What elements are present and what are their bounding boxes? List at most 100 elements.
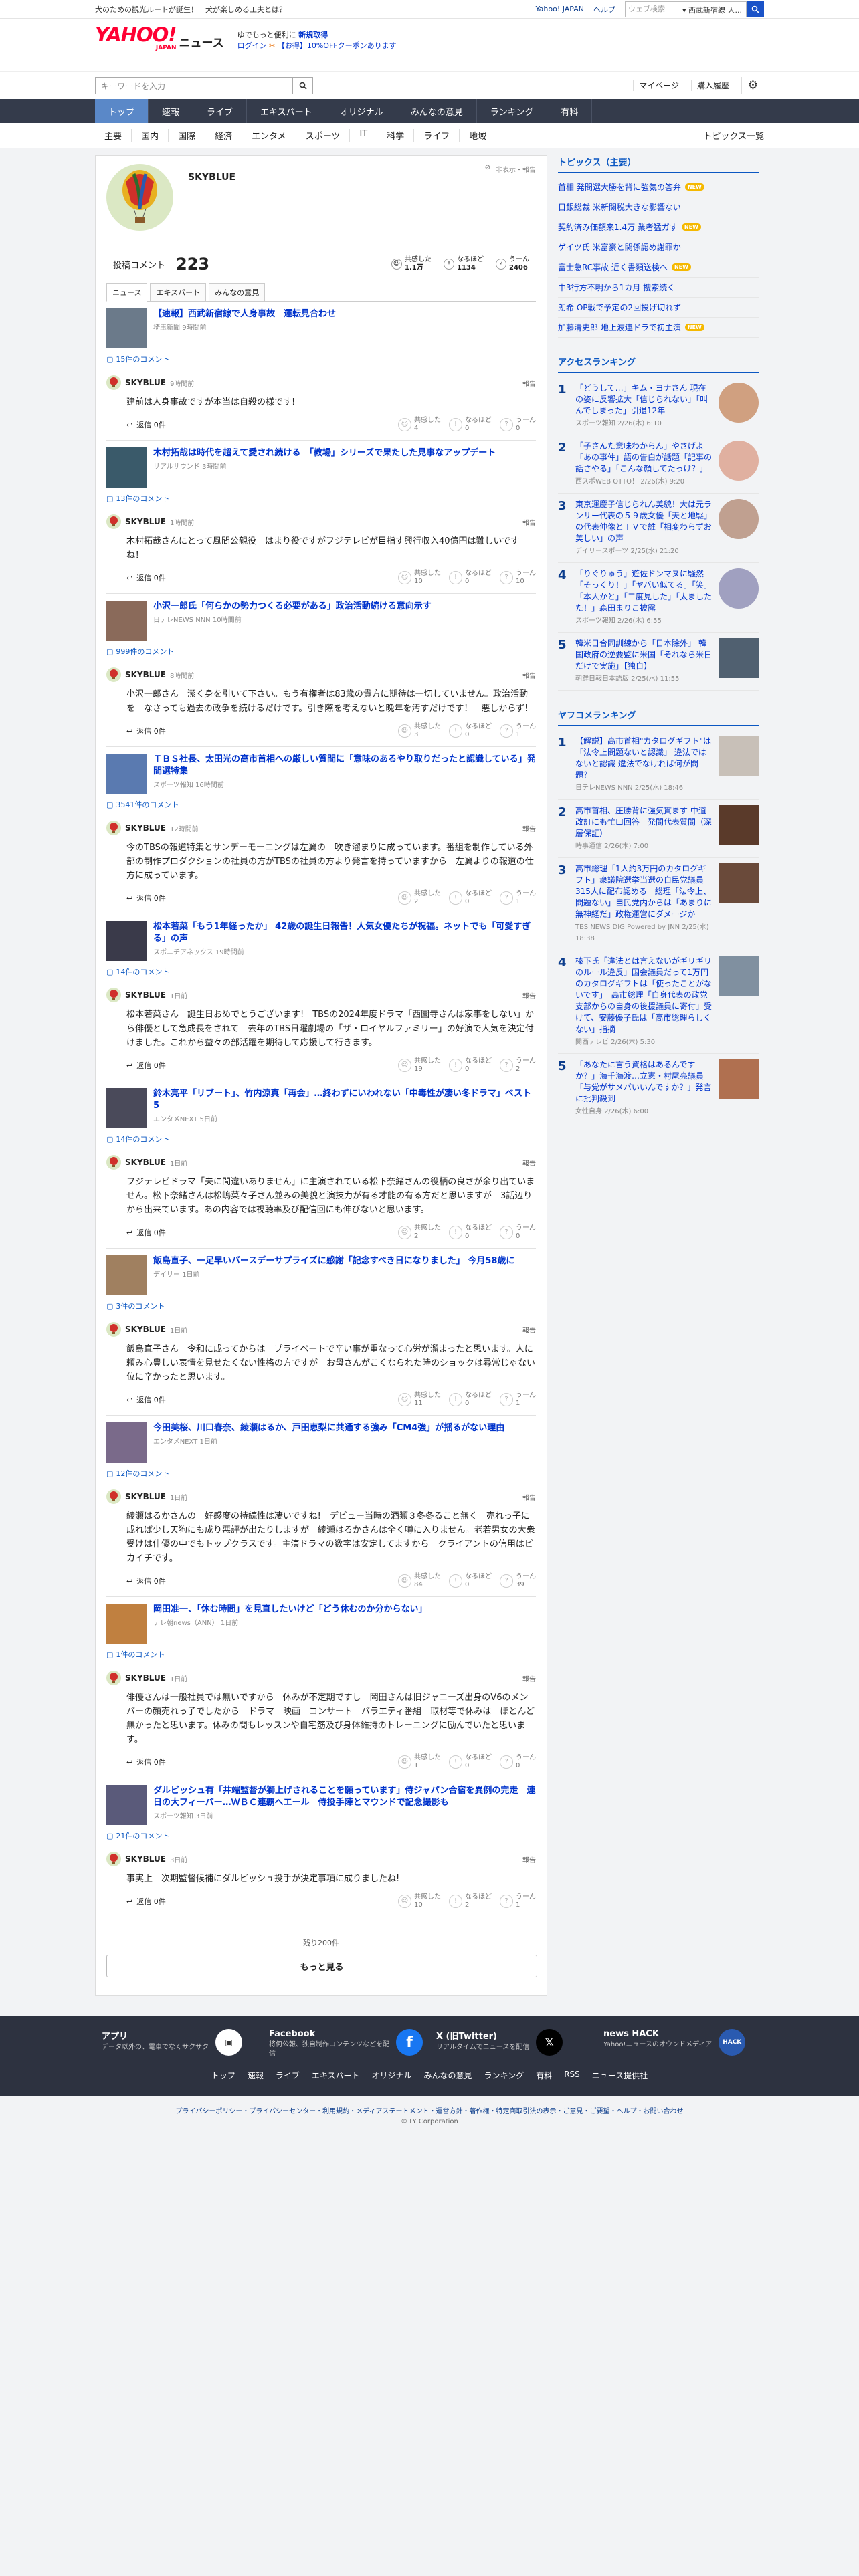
topics-list-link[interactable]: トピックス一覧 (703, 129, 764, 142)
topic-item[interactable]: 朗希 OP戦で予定の2回投げ切れず (558, 298, 759, 318)
cat-business[interactable]: 経済 (205, 129, 243, 142)
nav-ranking[interactable]: ランキング (477, 99, 548, 123)
article-link[interactable]: ＴＢＳ社長、太田光の高市首相への厳しい質問に「意味のあるやり取りだったと認識して… (106, 754, 536, 794)
footer-facebook[interactable]: Facebook 将何公報、独自制作コンテンツなどを配信 f (269, 2029, 423, 2059)
nav-paid[interactable]: 有料 (547, 99, 593, 123)
report-link[interactable]: 報告 (522, 1673, 536, 1683)
report-link[interactable]: 報告 (522, 670, 536, 680)
reply-button[interactable]: ↩ 返信 0件 (126, 1757, 166, 1767)
promo-text[interactable]: 犬のための観光ルートが誕生！ 犬が楽しめる工夫とは？ (95, 4, 286, 15)
report-link[interactable]: 報告 (522, 517, 536, 527)
article-link[interactable]: 木村拓哉は時代を超えて愛され続ける 「教場」シリーズで果たした見事なアップデート… (106, 447, 536, 488)
report-link[interactable]: 報告 (522, 1325, 536, 1335)
comment-count-link[interactable]: ▢ 3541件のコメント (106, 799, 536, 810)
footer-nav-link[interactable]: RSS (564, 2070, 580, 2081)
mypage-link[interactable]: マイページ (633, 80, 684, 91)
comment-count-link[interactable]: ▢ 21件のコメント (106, 1830, 536, 1841)
empathy-button[interactable]: ☺ 共感した 11 (398, 1392, 441, 1408)
empathy-button[interactable]: ☺ 共感した 2 (398, 1224, 441, 1241)
footer-newshack[interactable]: news HACK Yahoo!ニュースのオウンドメディア HACK (603, 2029, 757, 2059)
search-icon[interactable] (747, 1, 764, 17)
footer-app[interactable]: アプリ データ以外の、電車でなくサクサク ▣ (102, 2029, 256, 2059)
link-help[interactable]: ヘルプ (593, 4, 615, 15)
article-link[interactable]: 今田美桜、川口春奈、綾瀬はるか、戸田恵梨に共通する強み「CM4強」が揺るがない理… (106, 1422, 536, 1463)
article-title[interactable]: 鈴木亮平「リブート」、竹内涼真「再会」…終わずにいわれない「中毒性が凄い冬ドラマ… (153, 1088, 536, 1112)
footer-nav-link[interactable]: 有料 (536, 2070, 552, 2081)
reply-button[interactable]: ↩ 返信 0件 (126, 726, 166, 736)
article-title[interactable]: 木村拓哉は時代を超えて愛され続ける 「教場」シリーズで果たした見事なアップデート (153, 447, 496, 459)
article-link[interactable]: 【速報】西武新宿線で人身事故 運転見合わせ 埼玉新聞 9時間前 (106, 308, 536, 348)
comment-count-link[interactable]: ▢ 1件のコメント (106, 1649, 536, 1660)
insight-button[interactable]: ! なるほど 0 (449, 723, 492, 739)
article-title[interactable]: 小沢一郎氏「何らかの勢力つくる必要がある」政治活動続ける意向示す (153, 601, 432, 613)
reply-button[interactable]: ↩ 返信 0件 (126, 1896, 166, 1907)
keyword-input[interactable]: キーワードを入力 (95, 76, 293, 94)
comment-count-link[interactable]: ▢ 999件のコメント (106, 646, 536, 657)
cat-science[interactable]: 科学 (377, 129, 415, 142)
article-title[interactable]: 松本若菜「もう1年経ったか」 42歳の誕生日報告！人気女優たちが祝福。ネットでも… (153, 921, 536, 945)
yafoo-ranking-item[interactable]: 3 高市総理「1人約3万円のカタログギフト」衆議院選挙当選の自民党議員315人に配… (558, 858, 759, 950)
empathy-button[interactable]: ☺ 共感した 4 (398, 417, 441, 433)
profile-report[interactable]: ⊘ 非表示・報告 (485, 164, 536, 249)
article-link[interactable]: 岡田准一、「休む時間」を見直したいけど「どう休むのか分からない」 テレ朝news… (106, 1604, 536, 1644)
empathy-button[interactable]: ☺ 共感した 84 (398, 1573, 441, 1589)
empathy-button[interactable]: ☺ 共感した 10 (398, 570, 441, 586)
gear-icon[interactable]: ⚙ (741, 76, 764, 94)
nav-original[interactable]: オリジナル (326, 99, 397, 123)
hmm-button[interactable]: ? うーん 1 (500, 1893, 536, 1909)
footer-nav-link[interactable]: トップ (211, 2070, 235, 2081)
comment-count-link[interactable]: ▢ 14件のコメント (106, 966, 536, 977)
history-link[interactable]: 購入履歴 (690, 80, 735, 91)
insight-button[interactable]: ! なるほど 0 (449, 570, 492, 586)
empathy-button[interactable]: ☺ 共感した 10 (398, 1893, 441, 1909)
topic-item[interactable]: 加藤清史郎 地上波連ドラで初主演 NEW (558, 318, 759, 338)
cat-sports[interactable]: スポーツ (296, 129, 351, 142)
yafoo-ranking-item[interactable]: 2 高市首相、圧勝背に強気貫ます 中道改訂にも忙口回答 発問代表質問（深層保証） 時… (558, 800, 759, 858)
article-title[interactable]: ダルビッシュ有「井端監督が獅上げされることを願っています」侍ジャパン合宿を異例の… (153, 1785, 536, 1809)
cat-main[interactable]: 主要 (95, 129, 132, 142)
hmm-button[interactable]: ? うーん 0 (500, 1224, 536, 1241)
cat-life[interactable]: ライフ (414, 129, 460, 142)
insight-button[interactable]: ! なるほど 0 (449, 1392, 492, 1408)
comment-count-link[interactable]: ▢ 3件のコメント (106, 1301, 536, 1311)
search-icon[interactable] (293, 76, 313, 94)
yafoo-ranking-item[interactable]: 5 「あなたに言う資格はあるんですか？」海千海渡…立憲・村尾亮議員「与党がサメバい… (558, 1054, 759, 1123)
article-title[interactable]: 飯島直子、一足早いバースデーサプライズに感謝「記念すべき日になりました」 今月5… (153, 1255, 514, 1267)
article-link[interactable]: 鈴木亮平「リブート」、竹内涼真「再会」…終わずにいわれない「中毒性が凄い冬ドラマ… (106, 1088, 536, 1128)
topic-item[interactable]: ゲイツ氏 米富豪と関係認め謝罪か (558, 237, 759, 257)
insight-button[interactable]: ! なるほど 0 (449, 1057, 492, 1073)
nav-breaking[interactable]: 速報 (149, 99, 194, 123)
yafoo-ranking-item[interactable]: 4 榛下氏「違法とは言えないがギリギリのルール違反」国会議員だって1万円のカタログ… (558, 950, 759, 1054)
nav-live[interactable]: ライブ (193, 99, 248, 123)
access-ranking-item[interactable]: 4 「りぐりゅう」遊佐ドンマヌに騒然「そっくり！」「ヤバい似てる」「笑」「本人かと… (558, 563, 759, 633)
hmm-button[interactable]: ? うーん 1 (500, 723, 536, 739)
hmm-button[interactable]: ? うーん 2 (500, 1057, 536, 1073)
link-yahoo[interactable]: Yahoo! JAPAN (535, 5, 584, 13)
web-search-input[interactable]: ウェブ検索 (624, 1, 678, 17)
reply-button[interactable]: ↩ 返信 0件 (126, 1227, 166, 1238)
hmm-button[interactable]: ? うーん 0 (500, 417, 536, 433)
insight-button[interactable]: ! なるほど 0 (449, 1224, 492, 1241)
empathy-button[interactable]: ☺ 共感した 2 (398, 890, 441, 906)
empathy-button[interactable]: ☺ 共感した 3 (398, 723, 441, 739)
access-ranking-item[interactable]: 2 「子さんた意味わからん」やさげよ「あの事件」語の告白が話題「記事の話さやる」「… (558, 435, 759, 494)
report-link[interactable]: 報告 (522, 823, 536, 833)
footer-nav-link[interactable]: ライブ (276, 2070, 300, 2081)
report-link[interactable]: 報告 (522, 1492, 536, 1502)
article-link[interactable]: ダルビッシュ有「井端監督が獅上げされることを願っています」侍ジャパン合宿を異例の… (106, 1785, 536, 1825)
footer-nav-link[interactable]: ランキング (484, 2070, 524, 2081)
footer-nav-link[interactable]: 速報 (248, 2070, 264, 2081)
logo[interactable]: YAHOO! JAPAN ニュース ゆでもっと便利に 新規取得 ログイン ✂ 【… (95, 25, 397, 52)
topic-item[interactable]: 首相 発問選大勝を背に強気の答弁 NEW (558, 177, 759, 197)
comment-count-link[interactable]: ▢ 13件のコメント (106, 493, 536, 504)
insight-button[interactable]: ! なるほど 2 (449, 1893, 492, 1909)
topic-item[interactable]: 中3行方不明から1カ月 捜索続く (558, 278, 759, 298)
article-title[interactable]: ＴＢＳ社長、太田光の高市首相への厳しい質問に「意味のあるやり取りだったと認識して… (153, 754, 536, 778)
cat-world[interactable]: 国際 (169, 129, 206, 142)
comment-count-link[interactable]: ▢ 14件のコメント (106, 1134, 536, 1144)
cat-it[interactable]: IT (350, 129, 378, 142)
report-link[interactable]: 報告 (522, 990, 536, 1000)
web-search-dropdown[interactable]: ▾ 西武新宿線 人... (678, 1, 747, 17)
insight-button[interactable]: ! なるほど 0 (449, 1754, 492, 1770)
reply-button[interactable]: ↩ 返信 0件 (126, 572, 166, 583)
